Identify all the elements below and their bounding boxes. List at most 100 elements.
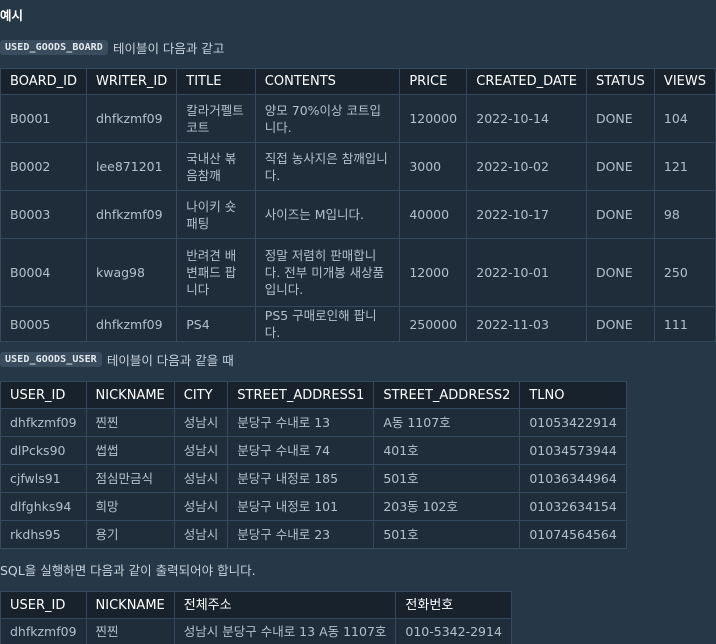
- user-cell: 찐찐: [85, 408, 175, 437]
- user-header-cell: TLNO: [519, 381, 627, 409]
- user-header-cell: STREET_ADDRESS2: [373, 381, 521, 409]
- board-header-cell: CREATED_DATE: [466, 68, 587, 95]
- board-table-header-row: BOARD_ID WRITER_ID TITLE CONTENTS PRICE …: [0, 68, 716, 95]
- user-header-cell: USER_ID: [0, 381, 87, 409]
- table-row: B0004 kwag98 반려견 배변패드 팝니다 정말 저렴히 판매합니다. …: [0, 238, 716, 307]
- board-caption-text: 테이블이 다음과 같고: [112, 40, 225, 56]
- result-table-header-row: USER_ID NICKNAME 전체주소 전화번호: [0, 591, 512, 619]
- user-cell: 01036344964: [519, 464, 627, 493]
- board-cell: lee871201: [85, 142, 178, 191]
- board-table-name-chip: USED_GOODS_BOARD: [0, 39, 108, 55]
- user-cell: 01074564564: [519, 520, 627, 549]
- board-header-cell: VIEWS: [653, 68, 716, 95]
- table-row: B0005 dhfkzmf09 PS4 PS5 구매로인해 팝니다. 25000…: [0, 306, 716, 342]
- result-cell: 찐찐: [85, 618, 175, 644]
- board-cell: 98: [653, 190, 716, 239]
- table-row: dhfkzmf09 찐찐 성남시 분당구 수내로 13 A동 1107호 010…: [0, 408, 627, 437]
- table-row: B0003 dhfkzmf09 나이키 숏패팅 사이즈는 M입니다. 40000…: [0, 190, 716, 239]
- board-cell: 120000: [399, 94, 468, 143]
- board-header-cell: BOARD_ID: [0, 68, 87, 95]
- user-cell: 501호: [373, 520, 521, 549]
- user-cell: 성남시: [173, 492, 229, 521]
- board-cell: 양모 70%이상 코트입니다.: [254, 94, 401, 143]
- board-cell: 국내산 볶음참깨: [176, 142, 256, 191]
- board-cell: PS5 구매로인해 팝니다.: [254, 306, 401, 342]
- board-cell: 정말 저렴히 판매합니다. 전부 미개봉 새상품입니다.: [254, 238, 401, 307]
- user-cell: 성남시: [173, 436, 229, 465]
- board-cell: 2022-10-01: [466, 238, 587, 307]
- board-cell: 250000: [399, 306, 468, 342]
- board-cell: dhfkzmf09: [85, 306, 178, 342]
- board-header-cell: TITLE: [176, 68, 256, 95]
- board-header-cell: CONTENTS: [254, 68, 401, 95]
- table-row: rkdhs95 용기 성남시 분당구 수내로 23 501호 010745645…: [0, 520, 627, 549]
- user-cell: 01032634154: [519, 492, 627, 521]
- board-cell: 111: [653, 306, 716, 342]
- board-cell: 2022-11-03: [466, 306, 587, 342]
- user-caption-text: 테이블이 다음과 같을 때: [106, 352, 234, 368]
- user-cell: 분당구 내정로 101: [227, 492, 375, 521]
- user-cell: 분당구 수내로 74: [227, 436, 375, 465]
- result-header-cell: 전체주소: [173, 591, 397, 619]
- board-header-cell: STATUS: [585, 68, 655, 95]
- board-cell: dhfkzmf09: [85, 94, 178, 143]
- board-cell: 나이키 숏패팅: [176, 190, 256, 239]
- board-cell: 3000: [399, 142, 468, 191]
- user-cell: 점심만금식: [85, 464, 175, 493]
- board-cell: 2022-10-02: [466, 142, 587, 191]
- result-caption: SQL을 실행하면 다음과 같이 출력되어야 합니다.: [0, 563, 256, 578]
- board-cell: 2022-10-17: [466, 190, 587, 239]
- board-header-cell: PRICE: [399, 68, 468, 95]
- user-cell: A동 1107호: [373, 408, 521, 437]
- user-cell: 분당구 수내로 23: [227, 520, 375, 549]
- board-cell: DONE: [585, 306, 655, 342]
- user-cell: 성남시: [173, 408, 229, 437]
- board-cell: B0002: [0, 142, 87, 191]
- user-cell: 401호: [373, 436, 521, 465]
- board-cell: B0005: [0, 306, 87, 342]
- user-table-name-chip: USED_GOODS_USER: [0, 351, 102, 367]
- result-header-cell: 전화번호: [395, 591, 512, 619]
- user-cell: 성남시: [173, 464, 229, 493]
- board-cell: DONE: [585, 142, 655, 191]
- user-cell: 분당구 내정로 185: [227, 464, 375, 493]
- result-cell: 성남시 분당구 수내로 13 A동 1107호: [173, 618, 397, 644]
- board-cell: dhfkzmf09: [85, 190, 178, 239]
- board-cell: 직접 농사지은 참깨입니다.: [254, 142, 401, 191]
- user-cell: 희망: [85, 492, 175, 521]
- table-row: B0002 lee871201 국내산 볶음참깨 직접 농사지은 참깨입니다. …: [0, 142, 716, 191]
- board-cell: B0001: [0, 94, 87, 143]
- user-cell: rkdhs95: [0, 520, 87, 549]
- board-cell: DONE: [585, 94, 655, 143]
- used-goods-user-table: USER_ID NICKNAME CITY STREET_ADDRESS1 ST…: [0, 381, 627, 549]
- board-cell: kwag98: [85, 238, 178, 307]
- result-table: USER_ID NICKNAME 전체주소 전화번호 dhfkzmf09 찐찐 …: [0, 591, 512, 644]
- table-row: B0001 dhfkzmf09 칼라거펠트 코트 양모 70%이상 코트입니다.…: [0, 94, 716, 143]
- board-cell: 250: [653, 238, 716, 307]
- result-cell: dhfkzmf09: [0, 618, 87, 644]
- user-header-cell: STREET_ADDRESS1: [227, 381, 375, 409]
- table-row: dlPcks90 썹썹 성남시 분당구 수내로 74 401호 01034573…: [0, 436, 627, 465]
- board-cell: B0003: [0, 190, 87, 239]
- board-cell: DONE: [585, 238, 655, 307]
- user-cell: dlfghks94: [0, 492, 87, 521]
- section-title: 예시: [0, 8, 24, 23]
- user-cell: dlPcks90: [0, 436, 87, 465]
- user-cell: 203동 102호: [373, 492, 521, 521]
- board-cell: 121: [653, 142, 716, 191]
- board-cell: 12000: [399, 238, 468, 307]
- user-table-caption: USED_GOODS_USER 테이블이 다음과 같을 때: [0, 349, 234, 369]
- used-goods-board-table: BOARD_ID WRITER_ID TITLE CONTENTS PRICE …: [0, 68, 716, 342]
- board-cell: 사이즈는 M입니다.: [254, 190, 401, 239]
- board-cell: 반려견 배변패드 팝니다: [176, 238, 256, 307]
- user-cell: 분당구 수내로 13: [227, 408, 375, 437]
- user-cell: 성남시: [173, 520, 229, 549]
- user-cell: cjfwls91: [0, 464, 87, 493]
- user-cell: 501호: [373, 464, 521, 493]
- table-row: dhfkzmf09 찐찐 성남시 분당구 수내로 13 A동 1107호 010…: [0, 618, 512, 644]
- board-cell: DONE: [585, 190, 655, 239]
- user-cell: 썹썹: [85, 436, 175, 465]
- user-cell: 01034573944: [519, 436, 627, 465]
- board-cell: 칼라거펠트 코트: [176, 94, 256, 143]
- user-cell: dhfkzmf09: [0, 408, 87, 437]
